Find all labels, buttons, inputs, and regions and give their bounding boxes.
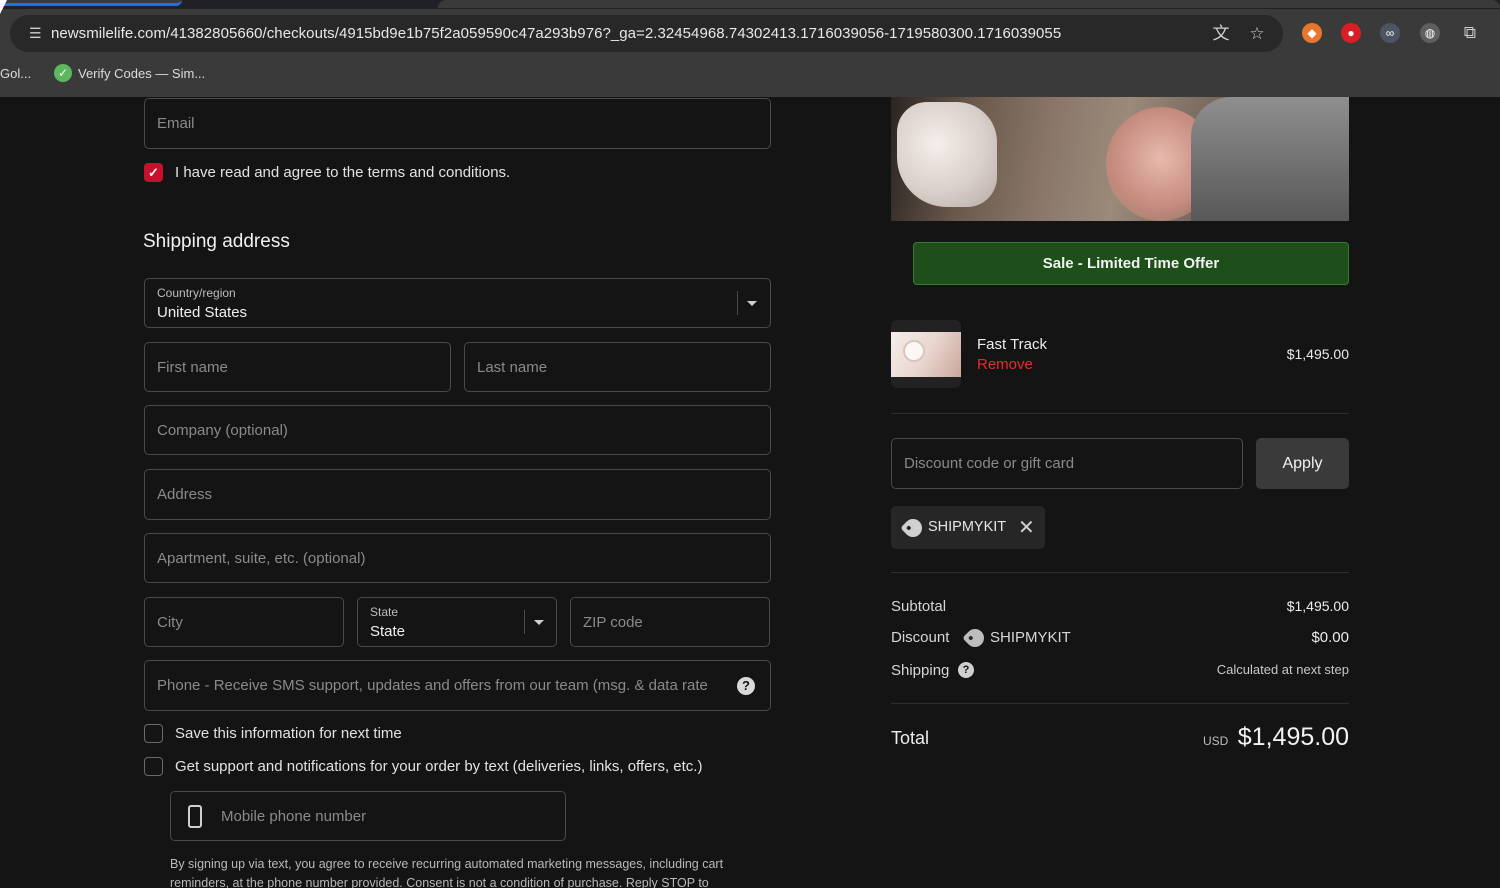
shipping-value: Calculated at next step — [1216, 662, 1349, 677]
city-field[interactable]: City — [144, 597, 344, 647]
discount-code: SHIPMYKIT — [990, 629, 1071, 646]
product-hero-image — [891, 97, 1349, 221]
state-select[interactable]: State State — [357, 597, 557, 647]
currency-code: USD — [1203, 734, 1229, 748]
divider — [891, 703, 1349, 704]
chevron-down-icon — [747, 301, 757, 306]
inactive-tab[interactable] — [438, 0, 1500, 8]
zip-field[interactable]: ZIP code — [570, 597, 770, 647]
mobile-phone-field[interactable]: Mobile phone number — [170, 791, 566, 841]
glasses-extension-icon[interactable]: ∞ — [1380, 23, 1400, 43]
discount-code-input[interactable]: Discount code or gift card — [891, 438, 1243, 489]
divider — [891, 413, 1349, 414]
apartment-field[interactable]: Apartment, suite, etc. (optional) — [144, 533, 771, 583]
subtotal-value: $1,495.00 — [1286, 598, 1349, 614]
sms-label: Get support and notifications for your o… — [175, 758, 703, 775]
site-settings-icon[interactable]: ☰ — [29, 25, 47, 41]
divider — [891, 572, 1349, 573]
url-text[interactable]: newsmilelife.com/41382805660/checkouts/4… — [51, 25, 1061, 42]
first-name-field[interactable]: First name — [144, 342, 451, 392]
shipping-label: Shipping — [891, 662, 950, 679]
star-icon[interactable]: ☆ — [1247, 24, 1267, 44]
terms-checkbox[interactable]: ✓ — [144, 163, 163, 182]
tag-icon — [962, 625, 988, 651]
bookmark-gol[interactable]: Gol... — [0, 66, 31, 81]
save-info-checkbox[interactable] — [144, 724, 163, 743]
total-label: Total — [891, 728, 930, 748]
translate-icon[interactable]: 文 — [1211, 24, 1231, 44]
total-value: $1,495.00 — [1237, 723, 1349, 751]
phone-field[interactable]: Phone - Receive SMS support, updates and… — [144, 660, 771, 711]
product-thumbnail — [891, 320, 961, 388]
country-select[interactable]: Country/region United States — [144, 278, 771, 328]
active-tab[interactable] — [0, 0, 182, 6]
discount-label: Discount — [891, 629, 950, 646]
subtotal-label: Subtotal — [891, 598, 947, 615]
close-icon[interactable]: ✕ — [1018, 515, 1035, 540]
company-field[interactable]: Company (optional) — [144, 405, 771, 455]
mouse-cursor-icon — [0, 0, 14, 14]
chevron-down-icon — [534, 620, 544, 625]
help-icon[interactable]: ? — [737, 677, 755, 695]
applied-code: SHIPMYKIT — [928, 519, 1007, 535]
remove-link[interactable]: Remove — [977, 356, 1033, 373]
address-bar[interactable]: ☰ newsmilelife.com/41382805660/checkouts… — [10, 15, 1283, 52]
last-name-field[interactable]: Last name — [464, 342, 771, 392]
globe-extension-icon[interactable]: ◍ — [1420, 23, 1440, 43]
address-field[interactable]: Address — [144, 469, 771, 520]
apply-button[interactable]: Apply — [1256, 438, 1349, 489]
sms-consent-text: By signing up via text, you agree to rec… — [170, 857, 724, 888]
help-icon[interactable]: ? — [958, 662, 974, 678]
terms-label: I have read and agree to the terms and c… — [175, 164, 511, 181]
product-price: $1,495.00 — [1286, 346, 1349, 362]
check-circle-icon: ✓ — [54, 64, 72, 82]
browser-chrome: ☰ newsmilelife.com/41382805660/checkouts… — [0, 0, 1500, 97]
sms-checkbox[interactable] — [144, 757, 163, 776]
tag-icon — [900, 515, 926, 541]
puzzle-extensions-icon[interactable]: ⧉ — [1460, 23, 1480, 43]
red-shield-extension-icon[interactable]: ● — [1341, 23, 1361, 43]
sale-offer-button[interactable]: Sale - Limited Time Offer — [913, 242, 1349, 285]
shipping-heading: Shipping address — [143, 231, 290, 252]
product-name: Fast Track — [977, 336, 1048, 353]
bookmark-verify-codes[interactable]: Verify Codes — Sim... — [78, 66, 205, 81]
mobile-phone-icon — [188, 805, 202, 828]
save-info-label: Save this information for next time — [175, 725, 402, 742]
discount-value: $0.00 — [1311, 629, 1349, 646]
email-field[interactable]: Email — [144, 98, 771, 149]
fox-extension-icon[interactable]: ◆ — [1302, 23, 1322, 43]
applied-discount-chip: SHIPMYKIT ✕ — [891, 506, 1045, 549]
